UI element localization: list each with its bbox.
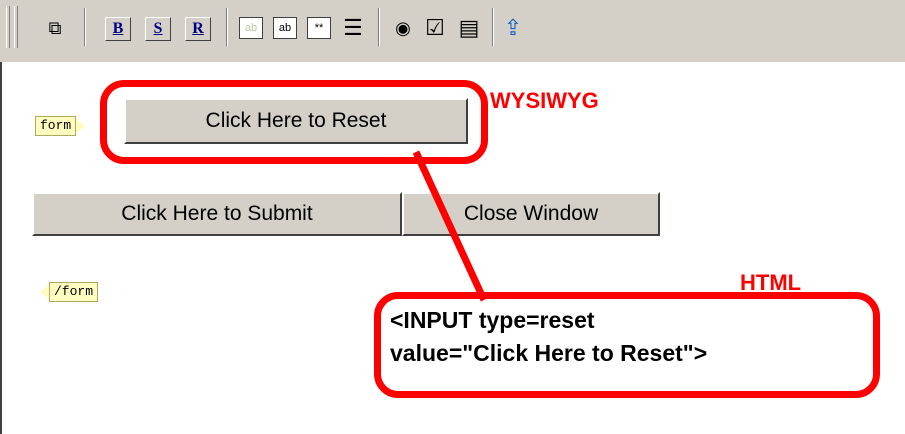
html-code-line-1: <INPUT type=reset xyxy=(390,307,595,333)
wysiwyg-highlight-box xyxy=(100,80,488,164)
wysiwyg-label: WYSIWYG xyxy=(490,88,599,113)
html-code-snippet: <INPUT type=reset value="Click Here to R… xyxy=(390,304,707,370)
html-code-line-2: value="Click Here to Reset"> xyxy=(390,340,708,366)
annotation-connector-line xyxy=(412,150,488,302)
